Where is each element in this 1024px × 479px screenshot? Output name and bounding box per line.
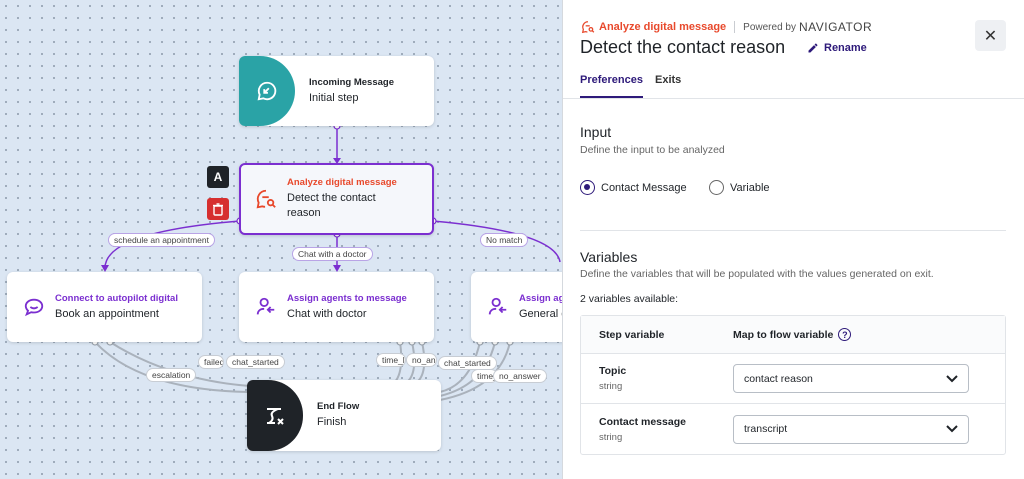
variable-map-cell: transcript	[733, 414, 1005, 444]
close-icon: ✕	[983, 27, 998, 45]
edge-label-chat-started[interactable]: chat_started	[226, 355, 285, 369]
radio-contact-message[interactable]: Contact Message	[580, 180, 687, 195]
brand-logo: NAVIGATOR	[798, 20, 873, 34]
node-title: General chat	[519, 307, 562, 320]
node-title: Detect the contact reason	[287, 192, 376, 219]
node-assign-agents-general[interactable]: Assign agents to message General chat	[471, 272, 562, 342]
panel-tabs: Preferences Exits	[580, 74, 693, 98]
pencil-icon	[808, 43, 818, 53]
header-map-to-flow-variable: Map to flow variable ?	[733, 328, 1005, 341]
flow-variable-select[interactable]: contact reason	[733, 364, 969, 393]
header-step-variable: Step variable	[599, 328, 665, 341]
rename-label: Rename	[824, 42, 867, 54]
section-divider	[580, 230, 1006, 231]
flow-variable-select[interactable]: transcript	[733, 414, 969, 444]
input-section-description: Define the input to be analyzed	[580, 144, 725, 156]
radio-label: Variable	[730, 181, 770, 194]
assign-agent-icon	[256, 297, 275, 315]
edit-label-button[interactable]: A	[207, 166, 229, 188]
tab-divider	[563, 98, 1024, 99]
node-title: Chat with doctor	[287, 307, 367, 320]
edge-label-failed[interactable]: failed	[198, 355, 224, 369]
select-value: contact reason	[744, 372, 813, 385]
end-flow-icon	[267, 407, 284, 425]
table-header: Step variable Map to flow variable ?	[581, 316, 1005, 354]
analyze-message-icon	[581, 21, 595, 34]
node-assign-agents-doctor[interactable]: Assign agents to message Chat with docto…	[239, 272, 434, 342]
radio-label: Contact Message	[601, 181, 687, 194]
incoming-icon-block	[239, 56, 295, 126]
variable-map-cell: contact reason	[733, 364, 1005, 393]
tab-exits[interactable]: Exits	[655, 74, 681, 98]
node-label: Analyze digital message	[287, 177, 397, 188]
node-title: Finish	[317, 416, 347, 428]
assign-agent-icon	[488, 297, 507, 315]
variable-type: string	[599, 381, 623, 392]
table-row: Contact message string transcript	[581, 404, 1005, 454]
edge-label-no-match[interactable]: No match	[480, 233, 529, 247]
node-end-flow[interactable]: End Flow Finish	[247, 380, 441, 451]
help-icon[interactable]: ?	[838, 328, 852, 341]
variable-name-cell: Contact message string	[581, 416, 733, 443]
analyze-message-icon	[256, 189, 276, 209]
tab-preferences[interactable]: Preferences	[580, 74, 643, 98]
node-label: Assign agents to message	[519, 292, 562, 304]
node-connect-autopilot[interactable]: Connect to autopilot digital Book an app…	[7, 272, 202, 342]
radio-selected-indicator[interactable]	[580, 180, 595, 195]
variable-name: Topic	[599, 365, 627, 377]
edge-label-chat-started[interactable]: chat_started	[438, 356, 497, 370]
variables-section-description: Define the variables that will be popula…	[580, 268, 934, 280]
breadcrumb: Analyze digital message Powered by NAVIG…	[581, 20, 872, 34]
edge-label-escalation[interactable]: escalation	[146, 368, 197, 382]
variable-name-cell: Topic string	[581, 365, 733, 392]
edge-label-chat-doctor[interactable]: Chat with a doctor	[292, 247, 373, 261]
trash-icon	[213, 202, 223, 216]
edge-label-no-answer[interactable]: no_answer	[406, 353, 437, 367]
node-label: Assign agents to message	[287, 292, 407, 304]
chevron-down-icon	[946, 374, 958, 382]
input-section-title: Input	[580, 124, 612, 140]
variables-table: Step variable Map to flow variable ? Top…	[580, 315, 1006, 455]
variable-type: string	[599, 431, 623, 443]
edge-label-time-left[interactable]: time_left	[376, 353, 406, 367]
node-label: End Flow	[317, 401, 360, 412]
node-title: Book an appointment	[55, 307, 159, 320]
page-title: Detect the contact reason	[580, 37, 786, 57]
node-analyze-digital-message[interactable]: Analyze digital message Detect the conta…	[239, 163, 434, 235]
header-map-label: Map to flow variable	[733, 328, 834, 341]
step-properties-panel: Analyze digital message Powered by NAVIG…	[562, 0, 1024, 479]
flow-canvas[interactable]: Incoming Message Initial step A Analyze …	[0, 0, 562, 479]
breadcrumb-divider	[734, 21, 736, 33]
close-button[interactable]: ✕	[975, 20, 1006, 51]
edge-label-no-answer[interactable]: no_answer	[493, 369, 547, 383]
select-value: transcript	[744, 423, 788, 435]
edge-label-schedule[interactable]: schedule an appointment	[108, 233, 215, 247]
end-flow-icon-block	[247, 380, 303, 451]
delete-button[interactable]	[207, 198, 229, 220]
powered-by-text: Powered by	[743, 21, 796, 33]
table-row: Topic string contact reason	[581, 354, 1005, 404]
variable-name: Contact message	[599, 415, 686, 428]
node-title: Initial step	[309, 91, 359, 104]
rename-button[interactable]: Rename	[807, 42, 867, 54]
step-type-label: Analyze digital message	[599, 21, 727, 33]
incoming-chat-icon	[257, 81, 277, 101]
node-label: Incoming Message	[309, 76, 394, 88]
autopilot-chat-icon	[24, 298, 44, 317]
variables-count: 2 variables available:	[580, 293, 679, 305]
node-label: Connect to autopilot digital	[55, 292, 178, 304]
radio-indicator[interactable]	[709, 180, 724, 195]
node-incoming-message[interactable]: Incoming Message Initial step	[239, 56, 434, 126]
variables-section-title: Variables	[580, 249, 638, 265]
chevron-down-icon	[946, 425, 958, 433]
radio-variable[interactable]: Variable	[709, 180, 770, 195]
